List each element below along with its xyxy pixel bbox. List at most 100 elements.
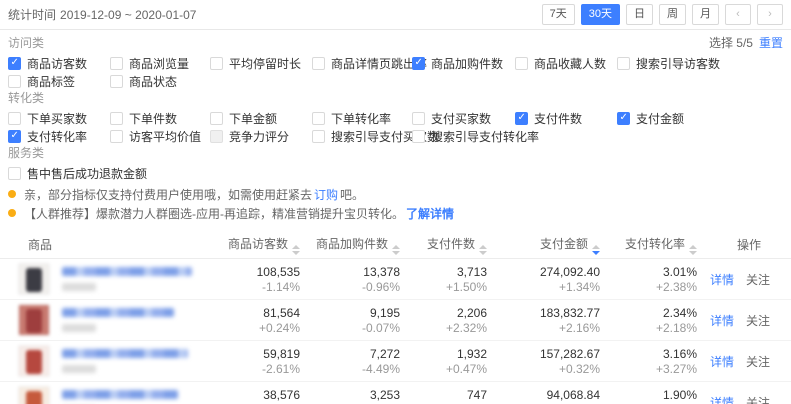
product-title-blurred[interactable]	[62, 390, 178, 399]
checkbox[interactable]	[617, 112, 630, 125]
checkbox[interactable]	[110, 57, 123, 70]
detail-link[interactable]: 详情	[710, 396, 734, 404]
checkbox[interactable]	[210, 112, 223, 125]
product-title-blurred[interactable]	[62, 267, 192, 276]
cart-items-cell: 13,378-0.96%	[300, 265, 400, 294]
range-button-day[interactable]: 日	[626, 4, 653, 25]
checkbox-item[interactable]: 下单买家数	[8, 110, 110, 127]
reset-link[interactable]: 重置	[759, 36, 783, 50]
selection-info: 选择 5/5重置	[709, 34, 783, 51]
checkbox[interactable]	[412, 112, 425, 125]
checkbox[interactable]	[110, 75, 123, 88]
checkbox[interactable]	[515, 57, 528, 70]
checkbox[interactable]	[210, 130, 223, 143]
checkbox-item[interactable]: 商品加购件数	[412, 55, 515, 72]
detail-link[interactable]: 详情	[710, 314, 734, 328]
checkbox[interactable]	[8, 75, 21, 88]
checkbox[interactable]	[210, 57, 223, 70]
checkbox-item[interactable]: 支付买家数	[412, 110, 515, 127]
detail-link[interactable]: 详情	[710, 355, 734, 369]
checkbox[interactable]	[412, 57, 425, 70]
range-button-week[interactable]: 周	[659, 4, 686, 25]
column-header-actions: 操作	[697, 236, 791, 253]
checkbox[interactable]	[312, 57, 325, 70]
range-button-7d[interactable]: 7天	[542, 4, 575, 25]
checkbox-item[interactable]: 商品浏览量	[110, 55, 210, 72]
product-metrics-table: 商品 商品访客数 商品加购件数 支付件数 支付金额 支付转化率 操作 108,5…	[0, 231, 791, 404]
checkbox-label: 下单转化率	[331, 110, 391, 127]
column-header-cart-items[interactable]: 商品加购件数	[300, 235, 400, 255]
detail-link[interactable]: 详情	[710, 273, 734, 287]
table-header: 商品 商品访客数 商品加购件数 支付件数 支付金额 支付转化率 操作	[0, 231, 791, 259]
product-cell[interactable]	[18, 345, 210, 377]
checkbox-item[interactable]: 访客平均价值	[110, 128, 210, 145]
toolbar: 统计时间2019-12-09 ~ 2020-01-07 7天 30天 日 周 月…	[0, 0, 791, 30]
checkbox-item[interactable]: 商品收藏人数	[515, 55, 617, 72]
checkbox[interactable]	[312, 130, 325, 143]
checkbox-item[interactable]: 搜索引导支付买家数	[312, 128, 412, 145]
checkbox-item[interactable]: 商品详情页跳出率	[312, 55, 412, 72]
checkbox-label: 商品收藏人数	[534, 55, 606, 72]
product-title-blurred[interactable]	[62, 349, 188, 358]
checkbox-item[interactable]: 平均停留时长	[210, 55, 312, 72]
column-header-pay-conversion[interactable]: 支付转化率	[600, 235, 697, 255]
checkbox-item[interactable]: 搜索引导访客数	[617, 55, 783, 72]
product-cell[interactable]	[18, 263, 210, 295]
next-arrow-icon[interactable]: ›	[757, 4, 783, 25]
sort-icon[interactable]	[479, 245, 487, 255]
checkbox-item[interactable]: 支付转化率	[8, 128, 110, 145]
sort-icon[interactable]	[689, 245, 697, 255]
sort-icon[interactable]	[292, 245, 300, 255]
range-button-30d[interactable]: 30天	[581, 4, 620, 25]
notice-text: 吧。	[340, 186, 364, 203]
table-row: 59,819-2.61% 7,272-4.49% 1,932+0.47% 157…	[0, 341, 791, 382]
checkbox-label: 访客平均价值	[129, 128, 201, 145]
checkbox-label: 支付件数	[534, 110, 582, 127]
checkbox[interactable]	[8, 130, 21, 143]
checkbox-item[interactable]: 下单金额	[210, 110, 312, 127]
product-cell[interactable]	[18, 386, 210, 404]
range-button-month[interactable]: 月	[692, 4, 719, 25]
table-row: 81,564+0.24% 9,195-0.07% 2,206+2.32% 183…	[0, 300, 791, 341]
column-header-pay-items[interactable]: 支付件数	[400, 235, 487, 255]
checkbox-item[interactable]: 商品访客数	[8, 55, 110, 72]
notices: 亲，部分指标仅支持付费用户使用哦，如需使用赶紧去 订购 吧。 【人群推荐】爆款潜…	[0, 183, 791, 227]
checkbox[interactable]	[8, 112, 21, 125]
sort-icon[interactable]	[392, 245, 400, 255]
checkbox-item[interactable]: 搜索引导支付转化率	[412, 128, 515, 145]
product-image	[18, 304, 50, 336]
learn-more-link[interactable]: 了解详情	[406, 205, 454, 222]
checkbox[interactable]	[110, 112, 123, 125]
checkbox-item[interactable]: 商品状态	[110, 73, 210, 90]
checkbox[interactable]	[312, 112, 325, 125]
checkbox[interactable]	[110, 130, 123, 143]
checkbox-item[interactable]: 支付金额	[617, 110, 783, 127]
checkbox[interactable]	[617, 57, 630, 70]
checkbox-item[interactable]: 下单转化率	[312, 110, 412, 127]
prev-arrow-icon[interactable]: ‹	[725, 4, 751, 25]
checkbox-item[interactable]: 售中售后成功退款金额	[8, 165, 110, 182]
product-subinfo-blurred	[62, 283, 96, 291]
checkbox[interactable]	[8, 57, 21, 70]
follow-link[interactable]: 关注	[746, 314, 770, 328]
column-header-visitors[interactable]: 商品访客数	[210, 235, 300, 255]
pay-items-cell: 1,932+0.47%	[400, 347, 487, 376]
follow-link[interactable]: 关注	[746, 355, 770, 369]
actions-cell: 详情 关注	[697, 394, 791, 404]
subscribe-link[interactable]: 订购	[314, 186, 338, 203]
checkbox-item[interactable]: 竞争力评分	[210, 128, 312, 145]
checkbox-label: 竞争力评分	[229, 128, 289, 145]
checkbox-item[interactable]: 商品标签	[8, 73, 110, 90]
product-title-blurred[interactable]	[62, 308, 174, 317]
product-cell[interactable]	[18, 304, 210, 336]
checkbox[interactable]	[515, 112, 528, 125]
checkbox[interactable]	[8, 167, 21, 180]
follow-link[interactable]: 关注	[746, 396, 770, 404]
sort-icon[interactable]	[592, 245, 600, 255]
column-header-pay-amount[interactable]: 支付金额	[487, 235, 600, 255]
product-image	[18, 263, 50, 295]
checkbox-item[interactable]: 下单件数	[110, 110, 210, 127]
follow-link[interactable]: 关注	[746, 273, 770, 287]
checkbox-item[interactable]: 支付件数	[515, 110, 617, 127]
checkbox[interactable]	[412, 130, 425, 143]
